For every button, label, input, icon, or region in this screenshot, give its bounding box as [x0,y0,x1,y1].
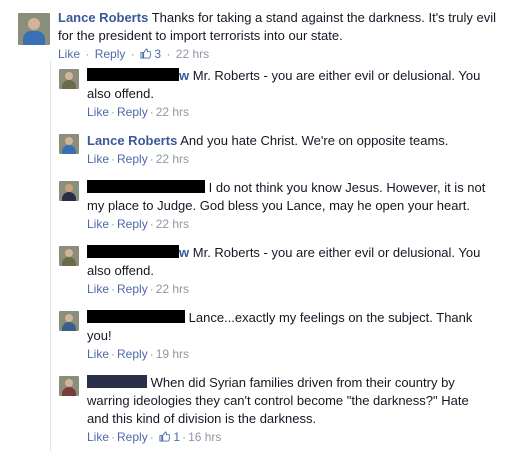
reply-text: And you hate Christ. We're on opposite t… [180,133,449,148]
top-comment: Lance Roberts Thanks for taking a stand … [18,9,498,62]
reply-link[interactable]: Reply [117,430,148,444]
reply-link[interactable]: Reply [117,152,148,166]
reply-time[interactable]: 22 hrs [156,282,189,296]
reply-author[interactable] [87,310,185,325]
like-thumb-icon[interactable] [159,431,171,442]
reply-author[interactable]: Lance Roberts [87,133,177,148]
comment-author[interactable]: Lance Roberts [58,10,148,25]
reply-time[interactable]: 22 hrs [156,152,189,166]
reply-time[interactable]: 22 hrs [156,217,189,231]
reply-item: When did Syrian families driven from the… [51,368,506,451]
reply-item: Lance...exactly my feelings on the subje… [51,303,506,368]
like-link[interactable]: Like [87,430,109,444]
reply-item: Lance Roberts And you hate Christ. We're… [51,126,506,173]
avatar[interactable] [59,134,79,154]
like-thumb-icon[interactable] [140,48,152,59]
reply-link[interactable]: Reply [117,347,148,361]
avatar[interactable] [59,311,79,331]
reply-link[interactable]: Reply [117,217,148,231]
reply-link[interactable]: Reply [117,105,148,119]
like-link[interactable]: Like [87,105,109,119]
reply-author[interactable] [87,180,205,195]
reply-time[interactable]: 22 hrs [156,105,189,119]
like-link[interactable]: Like [87,282,109,296]
avatar[interactable] [59,246,79,266]
like-link[interactable]: Like [58,47,80,61]
reply-author[interactable]: w [87,245,189,260]
avatar[interactable] [59,69,79,89]
reply-link[interactable]: Reply [117,282,148,296]
like-count[interactable]: 3 [154,47,161,61]
reply-item: w Mr. Roberts - you are either evil or d… [51,61,506,126]
reply-item: w Mr. Roberts - you are either evil or d… [51,238,506,303]
reply-author[interactable] [87,375,147,390]
like-link[interactable]: Like [87,347,109,361]
like-link[interactable]: Like [87,152,109,166]
reply-item: I do not think you know Jesus. However, … [51,173,506,238]
replies-thread: w Mr. Roberts - you are either evil or d… [50,61,506,451]
avatar[interactable] [18,13,50,45]
avatar[interactable] [59,181,79,201]
like-link[interactable]: Like [87,217,109,231]
reply-author[interactable]: w [87,68,189,83]
comment-time[interactable]: 22 hrs [176,47,209,61]
like-count[interactable]: 1 [173,430,180,444]
reply-time[interactable]: 16 hrs [188,430,221,444]
reply-time[interactable]: 19 hrs [156,347,189,361]
avatar[interactable] [59,376,79,396]
reply-link[interactable]: Reply [95,47,126,61]
